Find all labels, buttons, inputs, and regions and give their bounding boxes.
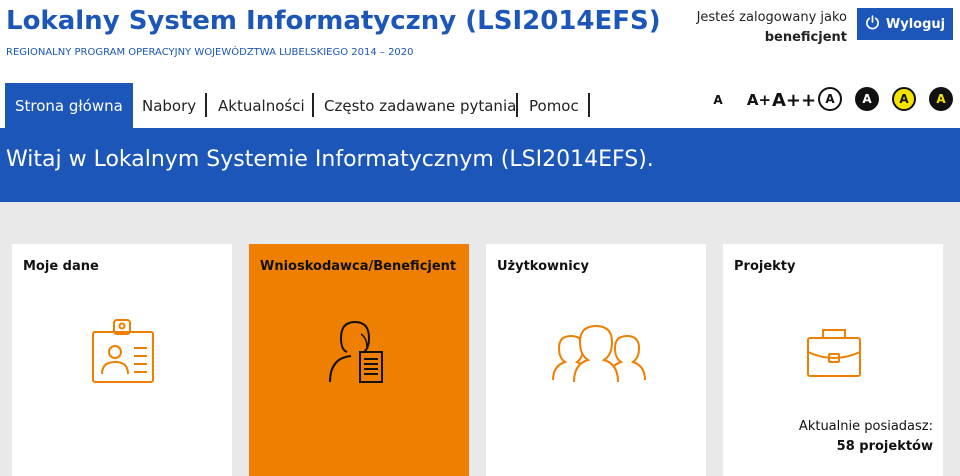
app-subtitle: REGIONALNY PROGRAM OPERACYJNY WOJEWÓDZTW… bbox=[6, 47, 414, 58]
font-size-large-button[interactable]: A++ bbox=[772, 87, 816, 113]
tab-divider bbox=[205, 93, 207, 117]
logout-button[interactable]: Wyloguj bbox=[857, 8, 953, 40]
font-size-medium-button[interactable]: A+ bbox=[746, 87, 772, 113]
welcome-banner: Witaj w Lokalnym Systemie Informatycznym… bbox=[0, 128, 960, 202]
tab-czesto-zadawane-pytania[interactable]: Często zadawane pytania bbox=[324, 83, 516, 128]
tab-pomoc[interactable]: Pomoc bbox=[529, 83, 579, 128]
app-title: Lokalny System Informatyczny (LSI2014EFS… bbox=[6, 6, 661, 36]
welcome-text: Witaj w Lokalnym Systemie Informatycznym… bbox=[6, 147, 654, 172]
contrast-yellow-black-button[interactable]: A bbox=[892, 87, 916, 111]
person-document-icon bbox=[249, 314, 469, 394]
projects-summary: Aktualnie posiadasz: 58 projektów bbox=[799, 417, 933, 457]
contrast-default-button[interactable]: A bbox=[818, 87, 842, 111]
logout-label: Wyloguj bbox=[885, 16, 946, 32]
card-title: Moje dane bbox=[23, 259, 99, 274]
header: Lokalny System Informatyczny (LSI2014EFS… bbox=[0, 0, 960, 83]
card-wnioskodawca-beneficjent[interactable]: Wnioskodawca/Beneficjent bbox=[249, 244, 469, 476]
login-user: beneficjent bbox=[764, 30, 847, 45]
tab-divider bbox=[516, 93, 518, 117]
card-moje-dane[interactable]: Moje dane bbox=[12, 244, 232, 476]
tab-divider bbox=[312, 93, 314, 117]
tab-nabory[interactable]: Nabory bbox=[142, 83, 196, 128]
card-title: Projekty bbox=[734, 259, 796, 274]
id-card-icon bbox=[12, 314, 232, 394]
tab-divider bbox=[588, 93, 590, 117]
projects-count: 58 projektów bbox=[836, 439, 933, 454]
login-label: Jesteś zalogowany jako bbox=[696, 10, 847, 25]
tab-strona-glowna[interactable]: Strona główna bbox=[5, 83, 133, 128]
card-projekty[interactable]: Projekty Aktualnie posiadasz: 58 projekt… bbox=[723, 244, 943, 476]
users-icon bbox=[486, 314, 706, 394]
card-uzytkownicy[interactable]: Użytkownicy bbox=[486, 244, 706, 476]
contrast-black-yellow-button[interactable]: A bbox=[929, 87, 953, 111]
power-icon bbox=[865, 14, 880, 34]
contrast-black-white-button[interactable]: A bbox=[855, 87, 879, 111]
card-title: Użytkownicy bbox=[497, 259, 589, 274]
font-size-small-button[interactable]: A bbox=[708, 87, 728, 113]
tab-aktualnosci[interactable]: Aktualności bbox=[218, 83, 305, 128]
briefcase-icon bbox=[723, 314, 943, 394]
login-info: Jesteś zalogowany jako beneficjent bbox=[697, 8, 847, 48]
projects-label: Aktualnie posiadasz: bbox=[798, 419, 933, 434]
card-title: Wnioskodawca/Beneficjent bbox=[260, 259, 457, 274]
